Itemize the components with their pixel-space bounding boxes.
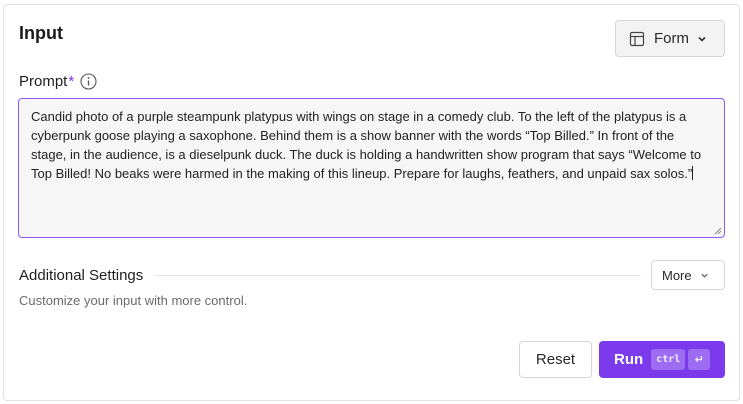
info-icon[interactable] [80, 73, 97, 90]
panel-title: Input [19, 23, 63, 43]
run-label: Run [614, 351, 644, 368]
run-button[interactable]: Run ctrl ↵ [599, 341, 725, 378]
prompt-textarea[interactable]: Candid photo of a purple steampunk platy… [18, 98, 725, 238]
ctrl-key-badge: ctrl [651, 349, 686, 370]
additional-settings-description: Customize your input with more control. [19, 293, 248, 308]
input-panel: Input Form Prompt * Candid photo of a pu… [3, 4, 740, 401]
form-layout-button[interactable]: Form [615, 20, 725, 57]
section-divider [156, 275, 641, 276]
prompt-label-text: Prompt [19, 73, 68, 90]
required-mark: * [68, 73, 75, 90]
additional-settings-heading: Additional Settings [19, 267, 144, 284]
chevron-down-icon [698, 36, 706, 42]
chevron-down-icon [700, 273, 708, 278]
resize-handle-icon[interactable] [714, 227, 722, 235]
prompt-text: Candid photo of a purple steampunk platy… [31, 109, 702, 181]
more-settings-button[interactable]: More [651, 260, 725, 290]
enter-key-icon: ↵ [688, 349, 711, 370]
more-settings-label: More [662, 267, 692, 283]
prompt-label: Prompt * [19, 73, 97, 90]
layout-icon [629, 31, 645, 46]
form-layout-label: Form [654, 30, 689, 47]
reset-button[interactable]: Reset [519, 341, 592, 378]
text-cursor [692, 166, 694, 180]
